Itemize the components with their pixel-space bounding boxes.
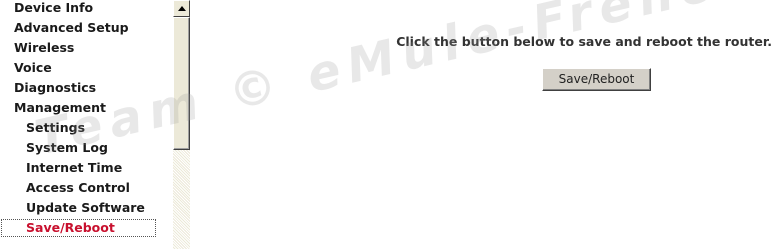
sidebar-item-device-info[interactable]: Device Info bbox=[14, 0, 93, 16]
sidebar-subitem-settings[interactable]: Settings bbox=[26, 120, 85, 136]
reboot-instruction-text: Click the button below to save and reboo… bbox=[396, 34, 772, 49]
sidebar: Device Info Advanced Setup Wireless Voic… bbox=[0, 0, 191, 249]
sidebar-item-management[interactable]: Management bbox=[14, 100, 106, 116]
sidebar-item-voice[interactable]: Voice bbox=[14, 60, 52, 76]
sidebar-subitem-save-reboot[interactable]: Save/Reboot bbox=[1, 219, 156, 237]
sidebar-subitem-internet-time[interactable]: Internet Time bbox=[26, 160, 122, 176]
sidebar-scrollbar-thumb[interactable] bbox=[173, 17, 190, 150]
sidebar-item-advanced-setup[interactable]: Advanced Setup bbox=[14, 20, 129, 36]
sidebar-subitem-system-log[interactable]: System Log bbox=[26, 140, 108, 156]
sidebar-menu: Device Info Advanced Setup Wireless Voic… bbox=[0, 0, 172, 249]
save-reboot-button[interactable]: Save/Reboot bbox=[542, 68, 651, 91]
scroll-up-button[interactable] bbox=[173, 0, 190, 17]
main-content: Click the button below to save and reboo… bbox=[191, 0, 776, 249]
triangle-up-icon bbox=[177, 6, 186, 11]
sidebar-item-diagnostics[interactable]: Diagnostics bbox=[14, 80, 96, 96]
sidebar-item-wireless[interactable]: Wireless bbox=[14, 40, 74, 56]
sidebar-subitem-update-software[interactable]: Update Software bbox=[26, 200, 145, 216]
sidebar-subitem-access-control[interactable]: Access Control bbox=[26, 180, 130, 196]
router-admin-page: Device Info Advanced Setup Wireless Voic… bbox=[0, 0, 776, 249]
